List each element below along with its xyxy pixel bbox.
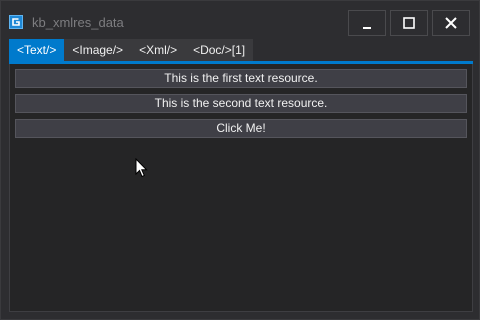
click-me-button[interactable]: Click Me! (15, 119, 467, 138)
tab-text[interactable]: <Text/> (9, 39, 65, 61)
minimize-icon (363, 27, 371, 29)
minimize-button[interactable] (348, 10, 386, 36)
tab-image[interactable]: <Image/> (64, 39, 132, 61)
tab-doc[interactable]: <Doc/>[1] (185, 39, 254, 61)
tab-strip: <Text/> <Image/> <Xml/> <Doc/>[1] (9, 39, 254, 61)
mouse-pointer-icon (135, 157, 149, 183)
maximize-button[interactable] (390, 10, 428, 36)
tab-content-panel: This is the first text resource. This is… (9, 64, 473, 312)
second-text-resource-button[interactable]: This is the second text resource. (15, 94, 467, 113)
maximize-icon (403, 17, 415, 29)
close-icon (445, 17, 457, 29)
app-window: kb_xmlres_data <Text/> <Image/> <Xml/> <… (0, 0, 480, 320)
first-text-resource-button[interactable]: This is the first text resource. (15, 69, 467, 88)
tab-xml[interactable]: <Xml/> (131, 39, 186, 61)
window-title: kb_xmlres_data (32, 15, 124, 30)
title-bar[interactable]: kb_xmlres_data (1, 1, 479, 39)
close-button[interactable] (432, 10, 470, 36)
app-icon (9, 15, 23, 29)
